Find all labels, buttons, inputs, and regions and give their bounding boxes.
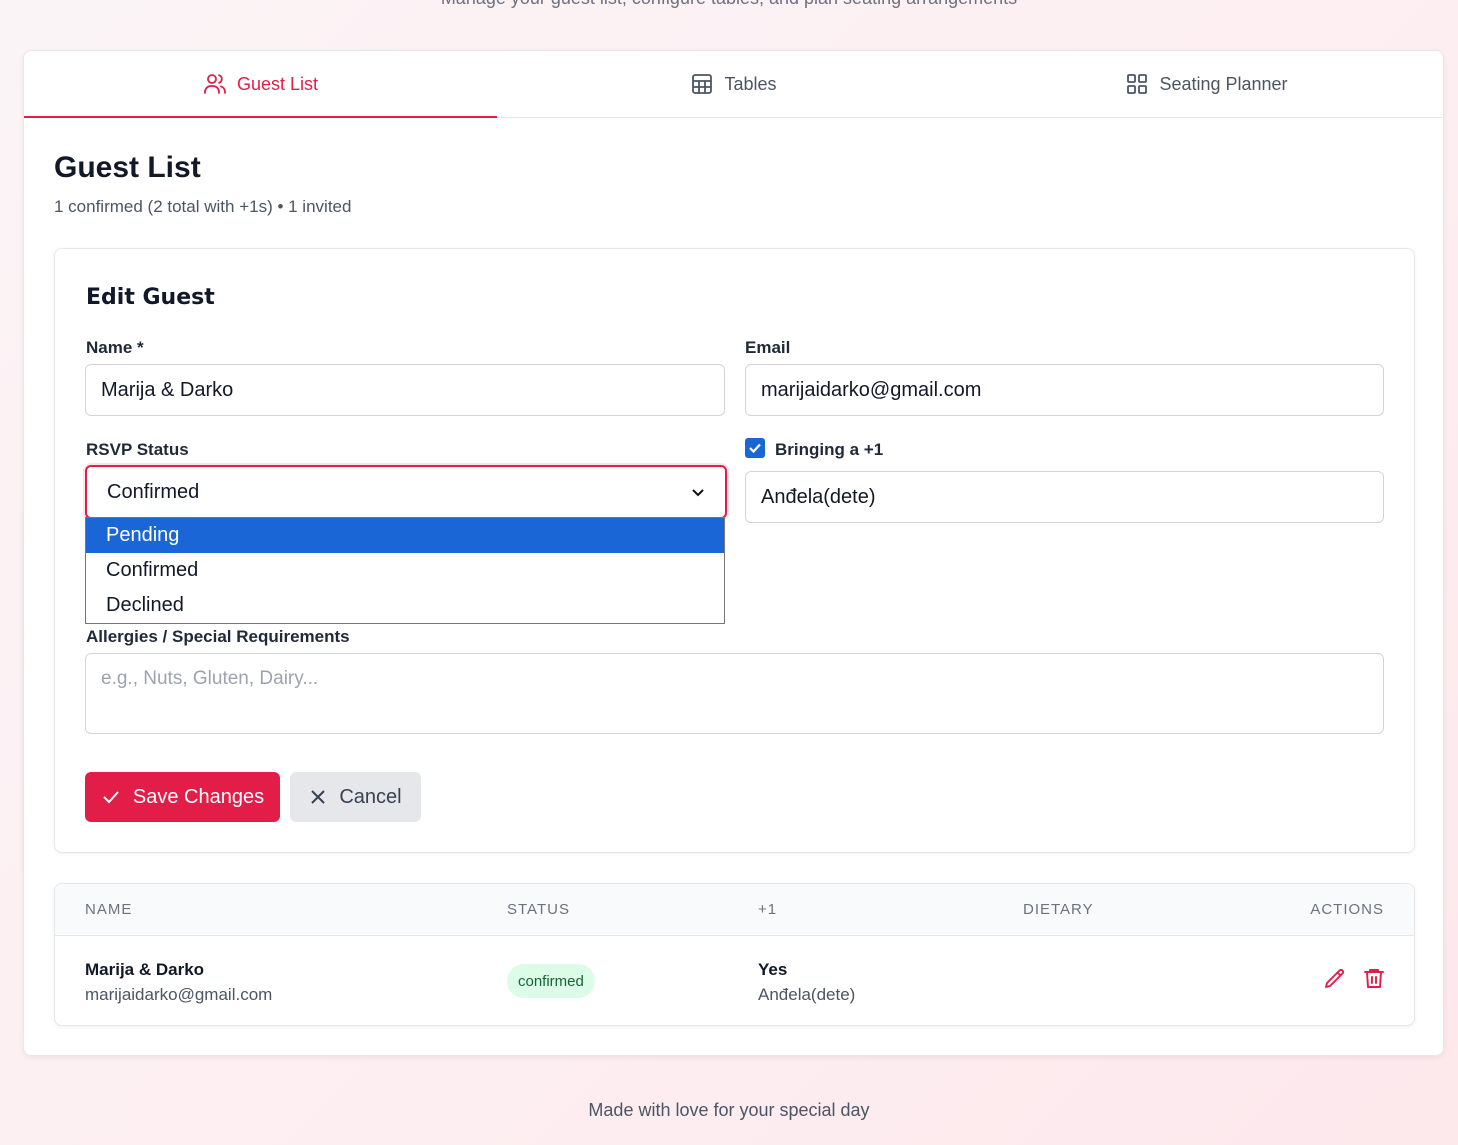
column-header-actions: ACTIONS (1310, 901, 1384, 918)
save-changes-label: Save Changes (132, 785, 265, 808)
users-icon (204, 74, 226, 94)
rsvp-selected-value: Confirmed (107, 480, 200, 503)
column-header-dietary: DIETARY (1023, 901, 1094, 918)
edit-pencil-icon[interactable] (1323, 967, 1347, 991)
column-header-name: NAME (85, 901, 133, 918)
tab-bar: Guest List Tables Seating Planner (24, 51, 1443, 118)
guest-summary: 1 confirmed (2 total with +1s) • 1 invit… (54, 197, 352, 216)
guest-email: marijaidarko@gmail.com (85, 985, 273, 1004)
allergies-textarea[interactable]: e.g., Nuts, Gluten, Dairy... (85, 653, 1384, 734)
table-row: Marija & Darko marijaidarko@gmail.com co… (55, 936, 1414, 1025)
tab-label: Guest List (236, 73, 319, 94)
status-badge: confirmed (507, 964, 595, 998)
cancel-label: Cancel (339, 785, 402, 808)
check-icon (749, 443, 761, 454)
trash-icon[interactable] (1362, 966, 1386, 990)
tab-guest-list[interactable]: Guest List (24, 51, 497, 118)
rsvp-option-declined[interactable]: Declined (86, 588, 724, 623)
edit-guest-title: Edit Guest (86, 285, 215, 310)
tab-tables[interactable]: Tables (497, 51, 970, 117)
name-label: Name * (86, 338, 144, 357)
check-icon (103, 791, 119, 804)
guest-table: NAME STATUS +1 DIETARY ACTIONS Marija & … (54, 883, 1415, 1026)
guest-name: Marija & Darko (85, 960, 205, 979)
edit-guest-panel: Edit Guest Name * Marija & Darko Email m… (54, 248, 1415, 853)
plus-one-label: Bringing a +1 (775, 440, 884, 459)
tab-seating-planner[interactable]: Seating Planner (970, 51, 1443, 117)
name-input[interactable]: Marija & Darko (85, 364, 725, 416)
save-changes-button[interactable]: Save Changes (85, 772, 280, 822)
rsvp-select[interactable]: Confirmed (85, 465, 727, 519)
page-title: Guest List (54, 151, 201, 184)
footer-text: Made with love for your special day (588, 1100, 870, 1120)
plus-one-flag: Yes (758, 960, 788, 979)
table-header: NAME STATUS +1 DIETARY ACTIONS (55, 884, 1414, 936)
allergies-label: Allergies / Special Requirements (86, 627, 350, 646)
column-header-status: STATUS (507, 901, 570, 918)
close-icon (311, 790, 326, 804)
tab-label: Tables (724, 73, 777, 94)
chevron-down-icon (692, 489, 704, 497)
plus-one-checkbox[interactable] (745, 438, 765, 458)
app-subtitle: Manage your guest list, configure tables… (0, 0, 1458, 9)
plus-one-name-input[interactable]: Anđela(dete) (745, 471, 1384, 523)
column-header-plus-one: +1 (758, 901, 778, 918)
rsvp-dropdown: Pending Confirmed Declined (85, 517, 725, 624)
rsvp-option-pending[interactable]: Pending (86, 518, 724, 553)
rsvp-option-confirmed[interactable]: Confirmed (86, 553, 724, 588)
tab-label: Seating Planner (1159, 73, 1288, 94)
email-label: Email (745, 338, 791, 357)
grid-icon (1127, 74, 1148, 94)
cancel-button[interactable]: Cancel (290, 772, 421, 822)
rsvp-label: RSVP Status (86, 440, 189, 459)
email-input[interactable]: marijaidarko@gmail.com (745, 364, 1384, 416)
plus-one-name: Anđela(dete) (758, 985, 856, 1004)
table-icon (692, 74, 713, 94)
main-card: Guest List Tables Seating Planner Guest … (23, 50, 1444, 1056)
